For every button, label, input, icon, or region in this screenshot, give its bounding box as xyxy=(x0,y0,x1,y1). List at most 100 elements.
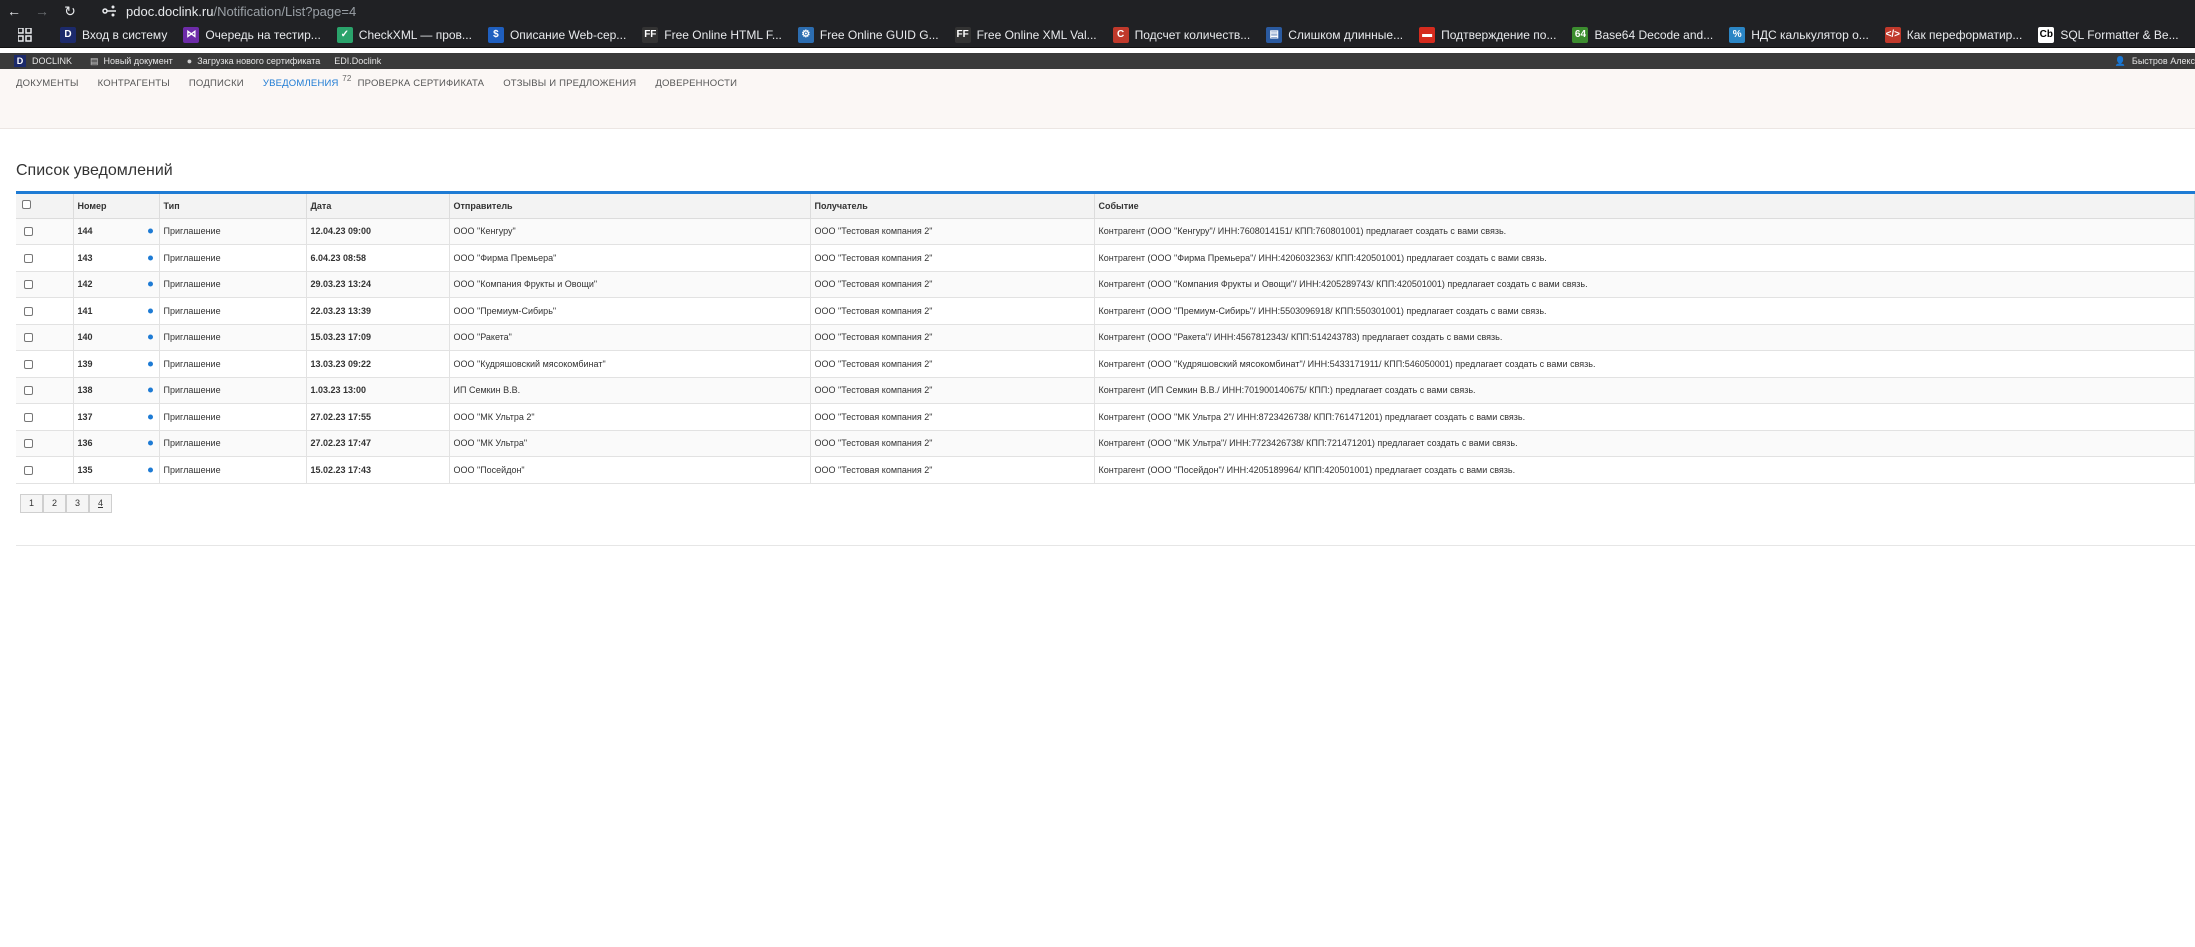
tab-item[interactable]: ПОДПИСКИ xyxy=(189,78,244,89)
notification-count-badge: 72 xyxy=(342,74,352,83)
bookmark-item[interactable]: </> Как переформатир... xyxy=(1884,26,2022,43)
tab-item[interactable]: ДОКУМЕНТЫ xyxy=(16,78,79,89)
page-title: Список уведомлений xyxy=(16,162,173,179)
row-checkbox[interactable] xyxy=(24,280,33,290)
table-row[interactable]: 142 Приглашение 29.03.23 13:24 ООО "Компани… xyxy=(16,271,2195,298)
table-row[interactable]: 140 Приглашение 15.03.23 17:09 ООО "Ракета"… xyxy=(16,324,2195,351)
row-checkbox[interactable] xyxy=(24,412,33,422)
bookmark-item[interactable]: ⋈ Очередь на тестир... xyxy=(183,26,321,43)
column-header-recipient[interactable]: Получатель xyxy=(810,194,1095,219)
table-row[interactable]: 139 Приглашение 13.03.23 09:22 ООО "Кудряшо… xyxy=(16,350,2195,378)
doclink-icon: D xyxy=(60,26,76,43)
cell-sender-text: ООО "Компания Фрукты и Овощи" xyxy=(453,279,598,290)
row-select-cell xyxy=(16,350,74,378)
user-name: Быстров Алекс xyxy=(2131,56,2195,66)
user-menu[interactable]: 👤 Быстров Алекс xyxy=(2115,56,2195,67)
row-checkbox[interactable] xyxy=(24,439,33,449)
column-header-event[interactable]: Событие xyxy=(1094,194,2195,219)
bookmark-item[interactable]: FF Free Online HTML F... xyxy=(642,26,782,43)
flag-icon: ▬ xyxy=(1419,26,1436,43)
row-checkbox[interactable] xyxy=(24,253,33,263)
table-row[interactable]: 141 Приглашение 22.03.23 13:39 ООО "Премиум… xyxy=(16,297,2195,325)
tab-item[interactable]: ДОВЕРЕННОСТИ xyxy=(655,78,737,89)
reload-icon[interactable]: ↻ xyxy=(56,0,84,22)
tab-label: ДОВЕРЕННОСТИ xyxy=(655,78,738,89)
bookmark-item[interactable]: $ Описание Web-сер... xyxy=(487,26,626,43)
page-link[interactable]: 3 xyxy=(66,493,89,513)
cell-number-text: 139 xyxy=(77,358,93,369)
bookmark-label: SQL Formatter & Be... xyxy=(2060,27,2179,42)
upload-certificate-label: Загрузка нового сертификата xyxy=(197,56,321,66)
edi-link[interactable]: EDI.Doclink xyxy=(334,56,381,66)
row-select-cell xyxy=(16,456,74,484)
bookmark-item[interactable]: ▤ Слишком длинные... xyxy=(1266,26,1403,43)
table-row[interactable]: 136 Приглашение 27.02.23 17:47 ООО "МК Ульт… xyxy=(16,430,2195,457)
cell-date: 27.02.23 17:47 xyxy=(306,430,450,457)
cell-type: Приглашение xyxy=(159,377,307,404)
url-host: pdoc.doclink.ru xyxy=(126,3,214,19)
table-row[interactable]: 137 Приглашение 27.02.23 17:55 ООО "МК Ульт… xyxy=(16,403,2195,431)
cell-type-text: Приглашение xyxy=(163,358,221,369)
bookmark-item[interactable]: ⚙ Free Online GUID G... xyxy=(797,26,939,43)
cell-event: Контрагент (ООО "Премиум-Сибирь"/ ИНН:55… xyxy=(1094,297,2195,325)
page-link[interactable]: 2 xyxy=(43,493,66,513)
cell-sender: ООО "Кенгуру" xyxy=(449,218,811,245)
new-document-link[interactable]: ▤ Новый документ xyxy=(90,56,173,67)
column-header-date[interactable]: Дата xyxy=(306,194,450,219)
cell-recipient-text: ООО "Тестовая компания 2" xyxy=(814,358,933,369)
cell-sender: ООО "МК Ультра" xyxy=(449,430,811,457)
cell-type: Приглашение xyxy=(159,218,307,245)
tab-item[interactable]: ОТЗЫВЫ И ПРЕДЛОЖЕНИЯ xyxy=(503,78,636,89)
tab-item[interactable]: КОНТРАГЕНТЫ xyxy=(98,78,170,89)
bookmark-item[interactable]: % НДС калькулятор о... xyxy=(1729,26,1869,43)
cell-sender: ООО "Компания Фрукты и Овощи" xyxy=(449,271,811,298)
row-checkbox[interactable] xyxy=(24,359,33,369)
select-all-checkbox[interactable] xyxy=(22,199,31,209)
cell-number: 135 xyxy=(73,456,160,484)
cell-recipient: ООО "Тестовая компания 2" xyxy=(810,403,1095,431)
row-checkbox[interactable] xyxy=(24,306,33,316)
row-checkbox[interactable] xyxy=(24,465,33,475)
column-header-type[interactable]: Тип xyxy=(159,194,307,219)
table-row[interactable]: 144 Приглашение 12.04.23 09:00 ООО "Кенгуру… xyxy=(16,218,2195,245)
upload-certificate-link[interactable]: ● Загрузка нового сертификата xyxy=(187,56,320,66)
new-document-label: Новый документ xyxy=(103,56,173,66)
bookmark-item[interactable]: ✓ CheckXML — пров... xyxy=(336,26,472,43)
forward-arrow-icon[interactable]: → xyxy=(28,0,56,22)
bookmark-item[interactable]: D Вход в систему xyxy=(60,26,167,43)
column-header-number[interactable]: Номер xyxy=(73,194,160,219)
bookmark-item[interactable]: FF Free Online XML Val... xyxy=(954,26,1097,43)
bookmark-item[interactable]: ▬ Подтверждение по... xyxy=(1419,26,1556,43)
doclink-logo[interactable]: D DOCLINK xyxy=(14,55,72,67)
bookmark-item[interactable]: C Подсчет количеств... xyxy=(1112,26,1250,43)
column-header-sender[interactable]: Отправитель xyxy=(449,194,811,219)
row-checkbox[interactable] xyxy=(24,333,33,343)
table-row[interactable]: 143 Приглашение 6.04.23 08:58 ООО "Фирма Пр… xyxy=(16,244,2195,272)
cell-sender-text: ИП Семкин В.В. xyxy=(453,385,521,396)
row-checkbox[interactable] xyxy=(24,227,33,237)
back-arrow-icon[interactable]: ← xyxy=(0,0,28,22)
cell-event-text: Контрагент (ООО "Премиум-Сибирь"/ ИНН:55… xyxy=(1098,305,1547,316)
sql-icon: Cb xyxy=(2038,26,2055,43)
apps-grid-icon[interactable] xyxy=(12,27,38,42)
cell-date-text: 29.03.23 13:24 xyxy=(310,279,372,290)
bookmark-item[interactable]: 64 Base64 Decode and... xyxy=(1572,26,1713,43)
cell-recipient: ООО "Тестовая компания 2" xyxy=(810,377,1095,404)
cell-recipient-text: ООО "Тестовая компания 2" xyxy=(814,464,933,475)
cell-recipient: ООО "Тестовая компания 2" xyxy=(810,350,1095,378)
url-field[interactable]: pdoc.doclink.ru/Notification/List?page=4 xyxy=(126,4,356,19)
cell-event-text: Контрагент (ООО "Кенгуру"/ ИНН:760801415… xyxy=(1098,226,1507,237)
bookmark-item[interactable]: Cb SQL Formatter & Be... xyxy=(2038,26,2179,43)
page-link[interactable]: 1 xyxy=(20,493,43,513)
tab-item[interactable]: УВЕДОМЛЕНИЯ 72 xyxy=(263,74,352,89)
cell-recipient: ООО "Тестовая компания 2" xyxy=(810,456,1095,484)
tab-item[interactable]: ПРОВЕРКА СЕРТИФИКАТА xyxy=(358,78,485,89)
bookmark-label: НДС калькулятор о... xyxy=(1751,27,1869,42)
logo-text: DOCLINK xyxy=(32,56,73,66)
table-row[interactable]: 135 Приглашение 15.02.23 17:43 ООО "Посейдо… xyxy=(16,456,2195,484)
site-info-icon[interactable] xyxy=(96,2,122,20)
row-checkbox[interactable] xyxy=(24,386,33,396)
page-link[interactable]: 4 xyxy=(89,493,112,513)
cell-date-text: 13.03.23 09:22 xyxy=(310,358,372,369)
table-row[interactable]: 138 Приглашение 1.03.23 13:00 ИП Семкин В.В… xyxy=(16,377,2195,404)
